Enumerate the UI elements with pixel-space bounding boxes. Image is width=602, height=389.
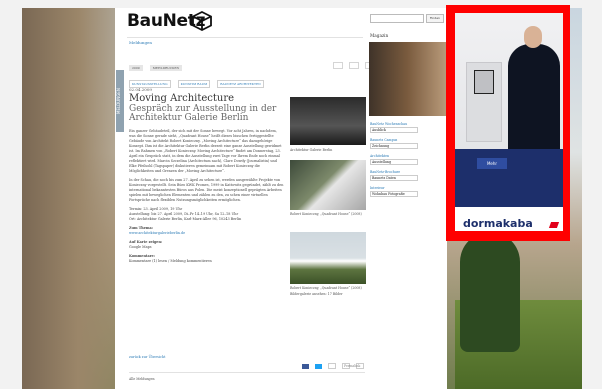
magazine-teaser-image[interactable] <box>369 42 446 116</box>
magazine-name: Wohnbau Fotografie <box>370 191 418 197</box>
magazine-item[interactable]: Interieur Wohnbau Fotografie <box>370 186 418 197</box>
article-paragraph: Ein ganzer Gebäudeteil, der sich mit der… <box>129 129 282 173</box>
print-icon[interactable] <box>328 363 337 369</box>
magazine-kicker: Interieur <box>370 186 385 190</box>
article-image-quadrant-house-2[interactable] <box>290 232 366 284</box>
gallery-link[interactable]: Bildergalerie ansehen: 17 Bilder <box>290 292 343 296</box>
header-divider <box>127 37 363 38</box>
ad-door-panel <box>474 70 494 94</box>
article-image-quadrant-house-1[interactable] <box>290 160 366 210</box>
article-body: Ein ganzer Gebäudeteil, der sich mit der… <box>129 129 284 268</box>
comments-label: Kommentare: <box>129 254 155 258</box>
facebook-icon[interactable] <box>302 364 309 369</box>
map-link[interactable]: Google Maps <box>129 245 152 249</box>
all-news-link[interactable]: Alle Meldungen <box>129 377 155 381</box>
article-date: 02.04.2009 <box>129 87 152 92</box>
article-title: Moving Architecture <box>129 93 235 104</box>
ad-more-button[interactable]: Mehr <box>477 158 507 169</box>
twitter-icon[interactable] <box>315 364 323 369</box>
magazine-item[interactable]: BauNetz Wochenschau Ausblick <box>370 122 418 133</box>
permalink[interactable]: Permalink <box>344 364 360 368</box>
article-paragraph: In der Schau, die noch bis zum 27. April… <box>129 178 284 202</box>
magazine-item[interactable]: Baunetz Campus Zeichnung <box>370 138 418 149</box>
magazine-name: Ausblick <box>370 127 418 133</box>
print-icon[interactable] <box>333 62 343 69</box>
magazine-heading: Magazin <box>370 33 389 38</box>
magazine-name: Baunetz Daten <box>370 175 418 181</box>
category-link[interactable]: KUNSTIM RAUM <box>177 80 211 88</box>
magazine-kicker: BauNetz Wochenschau <box>370 122 408 126</box>
magazine-item[interactable]: Architekten Ausstellung <box>370 154 418 165</box>
image-caption: Architektur Galerie Berlin <box>290 148 333 152</box>
article-subtitle: Gespräch zur Ausstellung in der Architek… <box>129 104 277 123</box>
mail-icon[interactable] <box>349 62 360 69</box>
magazine-kicker: Baunetz Campus <box>370 138 398 142</box>
ad-blue-band <box>455 149 563 207</box>
ad-person-head <box>524 26 542 48</box>
search-input[interactable] <box>370 14 424 23</box>
image-caption: Robert Konieczny, „Quadrant House“ (2008… <box>290 212 362 216</box>
vertical-section-tab[interactable]: MELDUNGEN <box>116 70 124 132</box>
footer-divider <box>129 372 365 373</box>
search-button[interactable]: Finden <box>426 14 444 23</box>
event-exhibition: Ausstellung: bis 27. April 2009, Di–Fr 1… <box>129 212 239 216</box>
image-caption: Robert Konieczny, „Quadrant House“ (2008… <box>290 286 362 290</box>
ad-brand-logo[interactable]: dormakaba <box>463 217 533 230</box>
background-tree <box>460 232 520 352</box>
ad-person <box>508 44 560 150</box>
magazine-item[interactable]: BauNetz-Brochure Baunetz Daten <box>370 170 418 181</box>
comments-link[interactable]: Kommentare (1) lesen / Meldung kommentie… <box>129 259 212 263</box>
breadcrumb[interactable]: Meldungen <box>129 40 152 45</box>
magazine-name: Ausstellung <box>370 159 418 165</box>
cube-logo-icon[interactable] <box>191 10 213 32</box>
background-wood-panel <box>22 8 124 389</box>
link-label: Zum Thema: <box>129 226 153 230</box>
event-location: Ort: Architektur Galerie Berlin, Karl-Ma… <box>129 217 242 221</box>
back-to-overview-link[interactable]: zurück zur Übersicht <box>129 355 165 359</box>
magazine-kicker: BauNetz-Brochure <box>370 170 401 174</box>
external-link[interactable]: www.architekturgalerieberlin.de <box>129 231 185 235</box>
magazine-kicker: Architekten <box>370 154 390 158</box>
event-date: Termin: 23. April 2009, 19 Uhr <box>129 207 183 211</box>
map-label: Auf Karte zeigen: <box>129 240 163 244</box>
article-image-gallery-interior[interactable] <box>290 97 366 145</box>
category-link[interactable]: BAUNETZ ARCHITEKTEN <box>217 80 264 88</box>
magazine-name: Zeichnung <box>370 143 418 149</box>
